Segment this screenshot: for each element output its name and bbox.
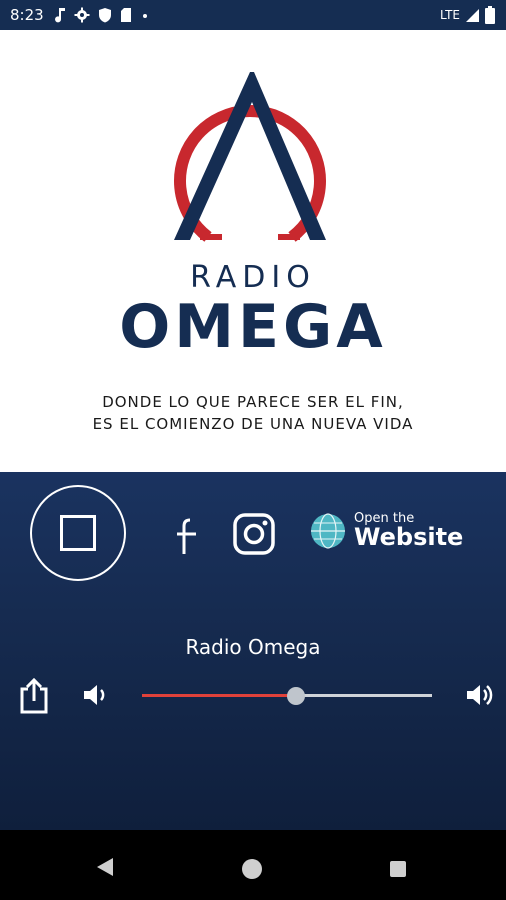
volume-fill xyxy=(142,694,296,697)
volume-low-icon[interactable] xyxy=(82,682,110,708)
website-large-text: Website xyxy=(354,523,464,551)
volume-high-icon[interactable] xyxy=(465,682,495,708)
stop-icon xyxy=(60,515,96,551)
battery-icon xyxy=(485,6,495,24)
tagline-line-2: ES EL COMIENZO DE UNA NUEVA VIDA xyxy=(92,415,414,433)
station-name: Radio Omega xyxy=(185,635,321,659)
music-note-icon xyxy=(54,8,65,23)
status-bar: 8:23 LTE xyxy=(0,0,506,30)
volume-thumb[interactable] xyxy=(286,687,305,705)
volume-slider[interactable] xyxy=(142,687,432,705)
website-text: Open the Website xyxy=(354,512,463,549)
stop-button[interactable] xyxy=(30,485,126,581)
sd-card-icon xyxy=(120,8,131,22)
share-icon[interactable] xyxy=(18,677,50,715)
dot-icon xyxy=(142,14,147,18)
instagram-icon[interactable] xyxy=(232,512,276,556)
facebook-icon[interactable] xyxy=(172,516,202,556)
status-icons xyxy=(54,7,150,23)
logo-omega-text: OMEGA xyxy=(119,292,387,362)
network-type: LTE xyxy=(440,8,460,22)
logo-radio-text: RADIO xyxy=(190,260,316,295)
shield-icon xyxy=(98,8,111,23)
tagline-line-1: DONDE LO QUE PARECE SER EL FIN, xyxy=(102,393,404,411)
open-website-link[interactable]: Open the Website xyxy=(310,512,463,549)
globe-icon xyxy=(311,512,345,549)
omega-logo-icon xyxy=(174,72,326,242)
player-panel: Open the Website Radio Omega xyxy=(0,472,506,830)
signal-icon xyxy=(466,9,479,22)
status-right: LTE xyxy=(440,0,496,30)
recents-icon[interactable] xyxy=(390,861,406,877)
gear-icon xyxy=(74,7,90,23)
back-icon[interactable] xyxy=(95,856,115,878)
status-time: 8:23 xyxy=(10,6,44,24)
logo-area: RADIO OMEGA DONDE LO QUE PARECE SER EL F… xyxy=(0,30,506,472)
navigation-bar xyxy=(0,830,506,900)
home-icon[interactable] xyxy=(242,859,262,879)
